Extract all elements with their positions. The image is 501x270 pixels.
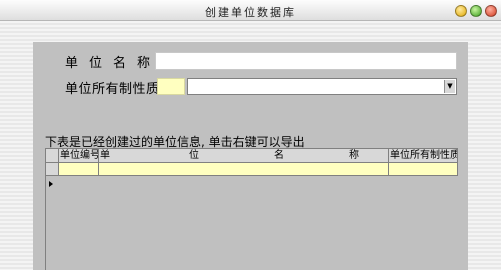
column-header-name-char: 位 <box>189 150 199 161</box>
column-header-name[interactable]: 单 位 名 称 <box>99 149 389 163</box>
chevron-down-icon[interactable]: ▼ <box>444 80 455 93</box>
close-button[interactable] <box>485 5 497 17</box>
ownership-label: 单位所有制性质 <box>65 82 160 97</box>
units-table[interactable]: 单位编号 单 位 名 称 单位所有制性质 <box>45 148 458 270</box>
column-header-name-char: 名 <box>274 150 284 161</box>
column-header-code[interactable]: 单位编号 <box>59 149 99 163</box>
title-bar: 创建单位数据库 <box>0 0 501 21</box>
column-header-ownership[interactable]: 单位所有制性质 <box>389 149 458 163</box>
table-cell-ownership[interactable] <box>389 163 458 176</box>
table-cell-code[interactable] <box>59 163 99 176</box>
ownership-dropdown[interactable]: ▼ <box>187 78 457 95</box>
window-title: 创建单位数据库 <box>205 6 296 19</box>
column-header-name-char: 单 <box>100 150 110 161</box>
column-header-name-char: 称 <box>349 150 359 161</box>
ownership-code-field[interactable] <box>157 78 185 95</box>
unit-name-label: 单位名称 <box>65 56 162 71</box>
row-selector-header <box>46 149 59 163</box>
table-cell-name[interactable] <box>99 163 389 176</box>
minimize-button[interactable] <box>455 5 467 17</box>
unit-name-input[interactable] <box>155 52 457 70</box>
maximize-button[interactable] <box>470 5 482 17</box>
row-pointer-icon <box>49 181 53 187</box>
row-selector[interactable] <box>46 163 59 187</box>
